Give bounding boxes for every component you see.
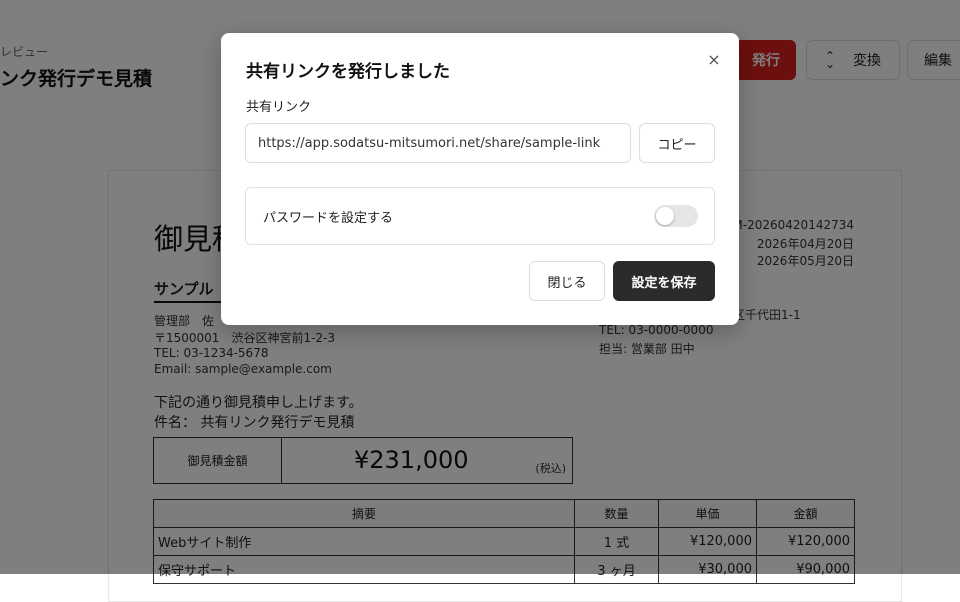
toggle-knob xyxy=(656,207,674,225)
copy-button[interactable]: コピー xyxy=(639,123,715,163)
dialog-title: 共有リンクを発行しました xyxy=(246,62,450,82)
password-setting-row: パスワードを設定する xyxy=(245,187,715,245)
close-icon[interactable]: × xyxy=(704,49,724,69)
share-link-label: 共有リンク xyxy=(246,100,312,115)
close-button[interactable]: 閉じる xyxy=(529,261,605,301)
password-toggle[interactable] xyxy=(654,205,698,227)
password-label: パスワードを設定する xyxy=(263,211,394,226)
share-link-field[interactable]: https://app.sodatsu-mitsumori.net/share/… xyxy=(245,123,631,163)
share-link-dialog: 共有リンクを発行しました × 共有リンク https://app.sodatsu… xyxy=(221,33,739,325)
save-settings-button[interactable]: 設定を保存 xyxy=(613,261,715,301)
